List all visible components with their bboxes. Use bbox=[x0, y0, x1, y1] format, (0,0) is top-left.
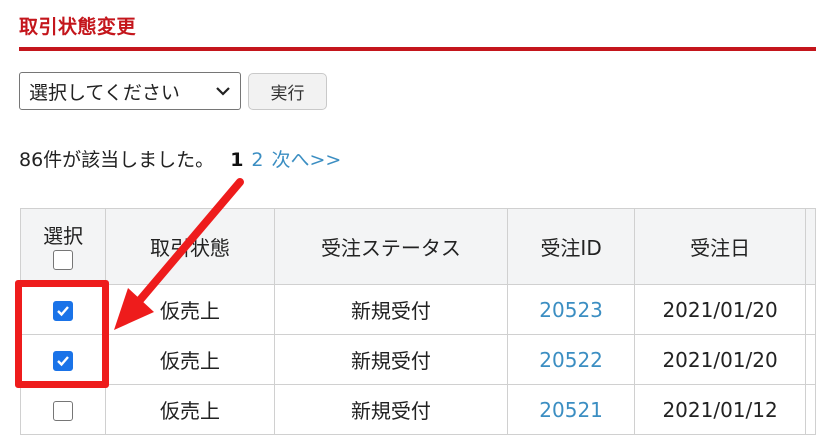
order-id-link[interactable]: 20523 bbox=[507, 284, 636, 335]
order-status-cell: 新規受付 bbox=[273, 284, 509, 335]
page-link-2[interactable]: 2 bbox=[251, 149, 263, 171]
order-id-link[interactable]: 20522 bbox=[507, 334, 636, 385]
section-title: 取引状態変更 bbox=[19, 16, 137, 38]
header-select: 選択 bbox=[19, 208, 107, 285]
result-summary: 86件が該当しました。 1 2 次へ>> bbox=[19, 145, 341, 172]
header-order-id[interactable]: 受注ID bbox=[507, 208, 636, 285]
header-order-date[interactable]: 受注日 bbox=[634, 208, 807, 285]
row-select-cell bbox=[19, 334, 107, 385]
row-checkbox[interactable] bbox=[53, 401, 74, 421]
order-id-link[interactable]: 20521 bbox=[507, 384, 636, 435]
table-row: 仮売上 新規受付 20521 2021/01/12 bbox=[19, 384, 816, 435]
execute-button[interactable]: 実行 bbox=[248, 73, 327, 110]
select-all-checkbox[interactable] bbox=[53, 250, 74, 270]
current-page: 1 bbox=[230, 149, 244, 171]
header-select-label: 選択 bbox=[43, 223, 84, 248]
order-date-cell: 2021/01/12 bbox=[634, 384, 807, 435]
transaction-status-cell: 仮売上 bbox=[105, 284, 275, 335]
result-count: 86件が該当しました。 bbox=[19, 149, 215, 171]
row-checkbox[interactable] bbox=[53, 351, 74, 371]
header-transaction-status[interactable]: 取引状態 bbox=[105, 208, 275, 285]
table-row: 仮売上 新規受付 20522 2021/01/20 bbox=[19, 334, 816, 385]
overflow-cell bbox=[805, 334, 816, 385]
next-page-link[interactable]: 次へ>> bbox=[272, 145, 342, 172]
select-value: 選択してください bbox=[29, 81, 180, 104]
order-date-cell: 2021/01/20 bbox=[634, 334, 807, 385]
orders-table: 選択 取引状態 受注ステータス 受注ID 受注日 仮売上 新規受付 20523 … bbox=[19, 208, 816, 435]
transaction-status-cell: 仮売上 bbox=[105, 384, 275, 435]
checkmark-icon bbox=[57, 356, 70, 367]
order-date-cell: 2021/01/20 bbox=[634, 284, 807, 335]
row-checkbox[interactable] bbox=[53, 301, 74, 321]
overflow-cell bbox=[805, 384, 816, 435]
order-status-cell: 新規受付 bbox=[273, 384, 509, 435]
row-select-cell bbox=[19, 384, 107, 435]
title-divider bbox=[19, 47, 816, 51]
status-action-select[interactable]: 選択してください bbox=[19, 72, 241, 110]
order-status-cell: 新規受付 bbox=[273, 334, 509, 385]
checkmark-icon bbox=[57, 306, 70, 317]
chevron-down-icon bbox=[216, 87, 230, 96]
table-row: 仮売上 新規受付 20523 2021/01/20 bbox=[19, 284, 816, 335]
table-header-row: 選択 取引状態 受注ステータス 受注ID 受注日 bbox=[19, 208, 816, 285]
transaction-status-cell: 仮売上 bbox=[105, 334, 275, 385]
header-order-status[interactable]: 受注ステータス bbox=[273, 208, 509, 285]
overflow-cell bbox=[805, 284, 816, 335]
row-select-cell bbox=[19, 284, 107, 335]
header-overflow bbox=[805, 208, 816, 285]
